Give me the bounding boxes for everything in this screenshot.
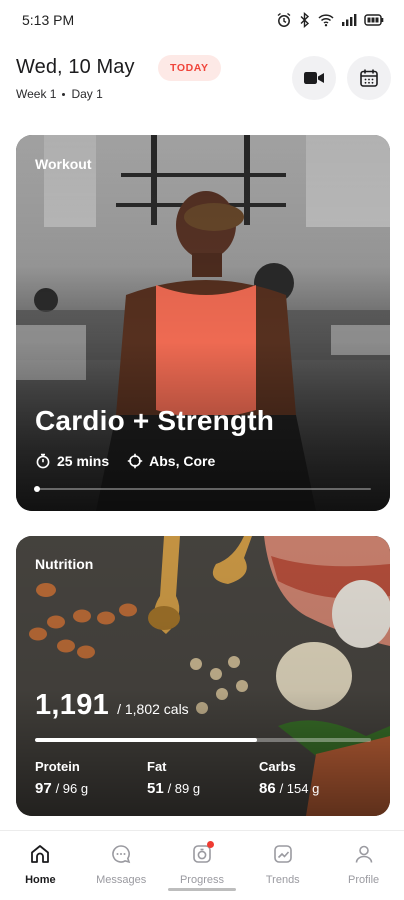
chat-icon	[108, 841, 134, 867]
workout-card[interactable]: Workout Cardio + Strength 25 mins Abs, C…	[16, 135, 390, 511]
macro-value: 97 / 96 g	[35, 780, 147, 797]
separator-dot	[62, 92, 66, 96]
home-icon	[27, 841, 53, 867]
profile-icon	[351, 841, 377, 867]
workout-meta: 25 mins Abs, Core	[35, 453, 215, 469]
macro-amount: 86	[259, 780, 276, 797]
macro-label: Protein	[35, 759, 80, 774]
nutrition-label: Nutrition	[35, 556, 94, 572]
video-camera-icon	[304, 72, 324, 84]
workout-progress-dot	[34, 486, 40, 492]
calorie-value: 1,191	[35, 689, 110, 721]
calendar-icon	[360, 69, 378, 87]
macro-carbs: Carbs 86 / 154 g	[259, 759, 371, 797]
calorie-progress-track	[35, 738, 371, 742]
nav-trends[interactable]: Trends	[243, 831, 323, 900]
nav-messages[interactable]: Messages	[81, 831, 161, 900]
calorie-progress-fill	[35, 738, 257, 742]
nav-label: Home	[25, 874, 56, 886]
nav-profile[interactable]: Profile	[324, 831, 404, 900]
macro-goal: / 96 g	[55, 781, 89, 796]
stopwatch-icon	[36, 453, 50, 469]
date-title: Wed, 10 May	[16, 56, 135, 78]
status-icons	[276, 12, 384, 28]
workout-title: Cardio + Strength	[35, 405, 275, 436]
nav-label: Profile	[347, 874, 380, 886]
nav-home[interactable]: Home	[0, 831, 80, 900]
notification-dot	[206, 841, 214, 848]
workout-label: Workout	[35, 156, 92, 172]
macro-amount: 97	[35, 780, 52, 797]
macros-row: Protein 97 / 96 g Fat 51 / 89 g Carbs 86…	[35, 759, 371, 797]
macro-goal: / 154 g	[279, 781, 320, 796]
macro-value: 86 / 154 g	[259, 780, 371, 797]
today-badge[interactable]: TODAY	[158, 55, 221, 81]
calorie-summary: 1,191 / 1,802 cals	[35, 689, 189, 722]
progress-icon	[189, 841, 215, 867]
macro-label: Fat	[147, 759, 167, 774]
macro-fat: Fat 51 / 89 g	[147, 759, 259, 797]
status-time: 5:13 PM	[22, 12, 75, 28]
target-item: Abs, Core	[127, 453, 215, 469]
duration-text: 25 mins	[57, 453, 110, 469]
nutrition-card[interactable]: Nutrition 1,191 / 1,802 cals Protein 97 …	[16, 536, 390, 816]
macro-goal: / 89 g	[167, 781, 201, 796]
wifi-icon	[318, 14, 334, 27]
duration-item: 25 mins	[35, 453, 109, 469]
target-icon	[127, 453, 143, 469]
home-indicator	[168, 888, 236, 891]
week-day-line: Week 1 Day 1	[16, 87, 103, 101]
nav-label: Progress	[179, 874, 224, 886]
alarm-icon	[277, 12, 291, 27]
status-bar: 5:13 PM	[0, 0, 404, 40]
target-text: Abs, Core	[149, 453, 216, 469]
nav-label: Trends	[265, 874, 300, 886]
trends-icon	[270, 841, 296, 867]
day-header: Wed, 10 May TODAY Week 1 Day 1	[16, 52, 391, 108]
nav-label: Messages	[96, 874, 147, 886]
calendar-button[interactable]	[347, 56, 391, 100]
calorie-goal: / 1,802 cals	[117, 701, 189, 717]
signal-icon	[342, 14, 357, 26]
battery-icon	[364, 14, 384, 26]
week-label: Week 1	[16, 87, 57, 101]
day-label: Day 1	[71, 87, 103, 101]
macro-protein: Protein 97 / 96 g	[35, 759, 147, 797]
workout-progress-track	[34, 486, 371, 492]
bluetooth-icon	[300, 12, 310, 28]
macro-label: Carbs	[259, 759, 296, 774]
macro-amount: 51	[147, 780, 164, 797]
macro-value: 51 / 89 g	[147, 780, 259, 797]
video-call-button[interactable]	[292, 56, 336, 100]
